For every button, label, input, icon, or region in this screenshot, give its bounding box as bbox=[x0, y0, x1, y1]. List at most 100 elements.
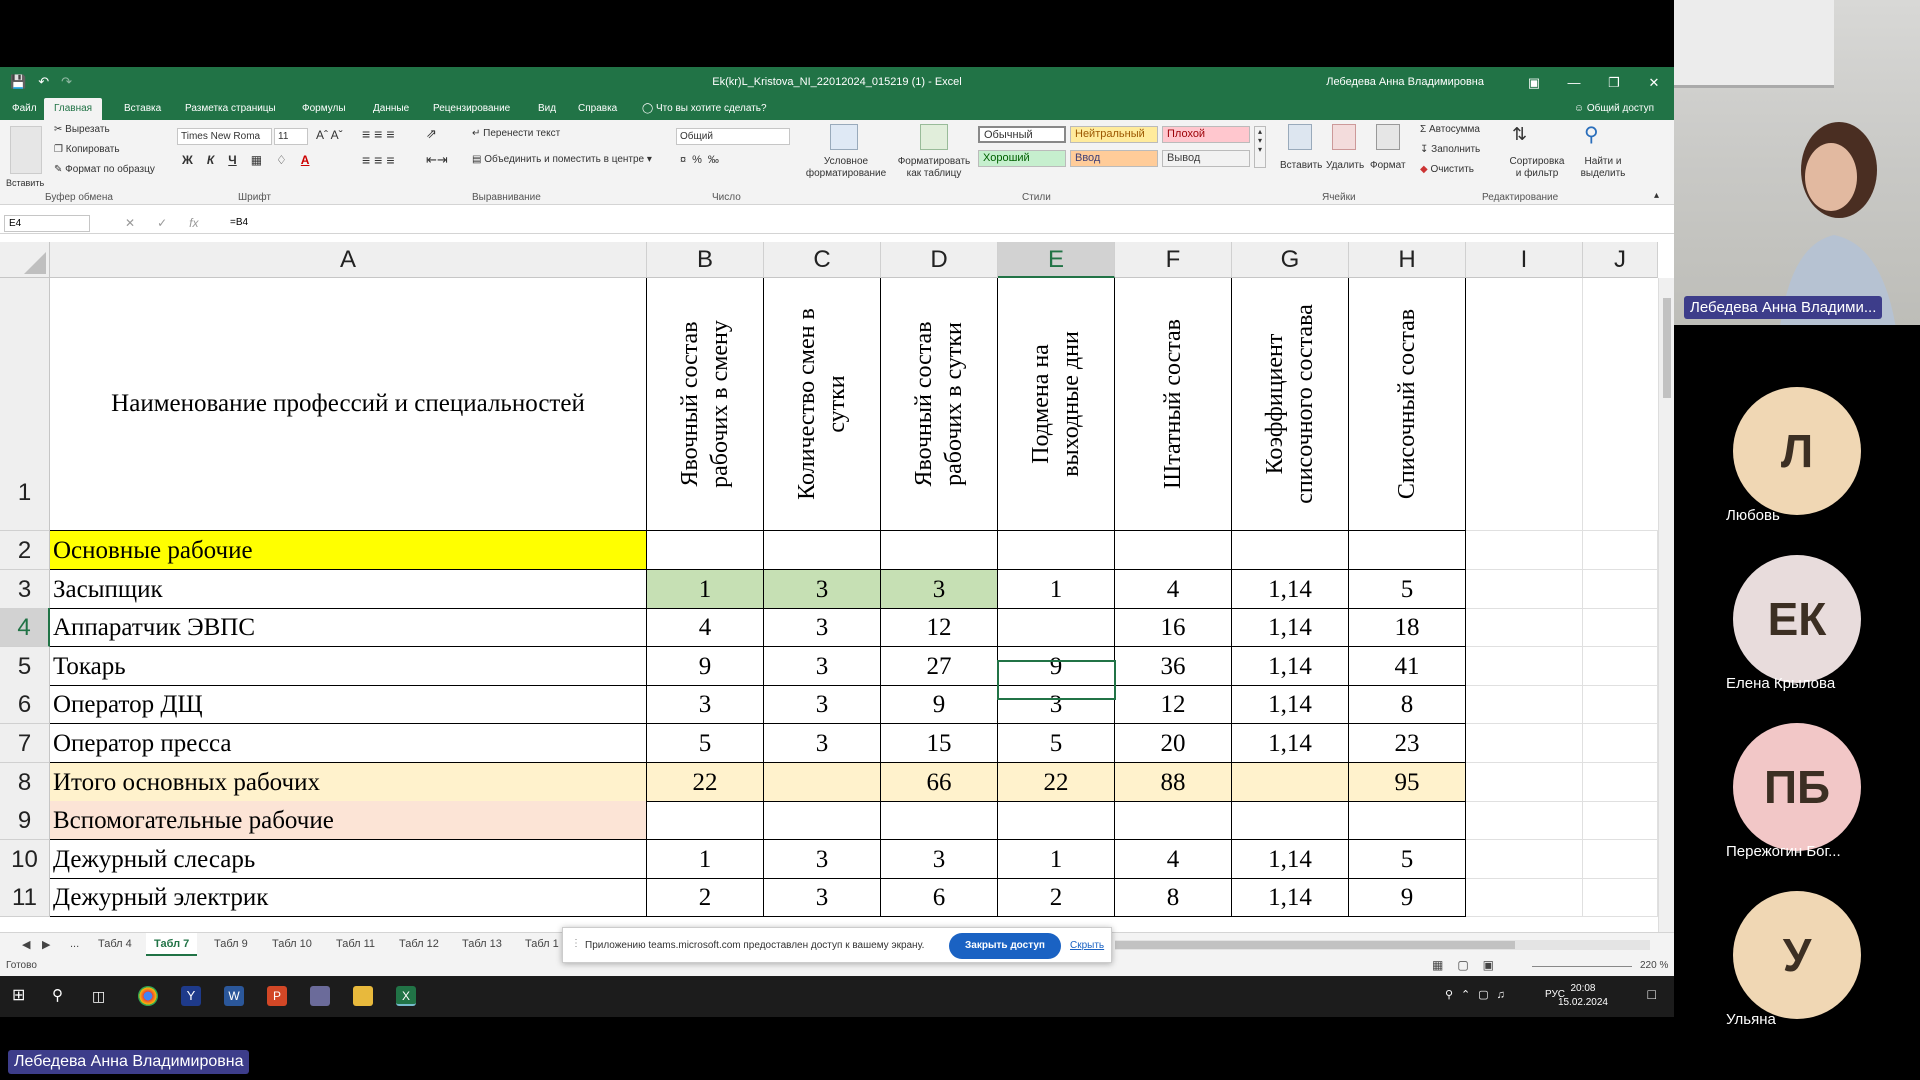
notifications-icon[interactable]: □ bbox=[1648, 986, 1656, 1002]
tab-insert[interactable]: Вставка bbox=[124, 103, 161, 114]
col-header-g[interactable]: G bbox=[1232, 242, 1349, 278]
cell-f10[interactable]: 4 bbox=[1115, 840, 1232, 879]
cell-d1[interactable]: Явочный состав рабочих в сутки bbox=[881, 278, 998, 531]
cell-h4[interactable]: 18 bbox=[1349, 608, 1466, 647]
format-cells-icon[interactable] bbox=[1376, 124, 1400, 150]
select-all-corner[interactable] bbox=[0, 242, 50, 278]
cell-b5[interactable]: 9 bbox=[647, 647, 764, 686]
cell-f3[interactable]: 4 bbox=[1115, 570, 1232, 609]
col-header-i[interactable]: I bbox=[1466, 242, 1583, 278]
tab-file[interactable]: Файл bbox=[12, 103, 37, 114]
cell-a3[interactable]: Засыпщик bbox=[50, 570, 647, 609]
style-normal[interactable]: Обычный bbox=[978, 126, 1066, 143]
cell-c6[interactable]: 3 bbox=[764, 685, 881, 724]
tab-view[interactable]: Вид bbox=[538, 103, 556, 114]
row-header-1[interactable]: 1 bbox=[0, 278, 50, 531]
cell-g11[interactable]: 1,14 bbox=[1232, 878, 1349, 917]
cell-g6[interactable]: 1,14 bbox=[1232, 685, 1349, 724]
presenter-video[interactable]: Лебедева Анна Владими... bbox=[1674, 0, 1920, 325]
file-explorer-icon[interactable] bbox=[353, 986, 373, 1006]
cell-h3[interactable]: 5 bbox=[1349, 570, 1466, 609]
paste-icon[interactable] bbox=[10, 126, 42, 174]
cell-d10[interactable]: 3 bbox=[881, 840, 998, 879]
participant-avatar-4[interactable]: У bbox=[1733, 891, 1861, 1019]
cell-c4[interactable]: 3 bbox=[764, 608, 881, 647]
cell-i11[interactable] bbox=[1466, 878, 1583, 917]
cell-b4[interactable]: 4 bbox=[647, 608, 764, 647]
col-header-j[interactable]: J bbox=[1583, 242, 1658, 278]
cell-b9[interactable] bbox=[647, 801, 764, 840]
cell-b1[interactable]: Явочный состав рабочих в смену bbox=[647, 278, 764, 531]
delete-cells-icon[interactable] bbox=[1332, 124, 1356, 150]
tab-page-layout[interactable]: Разметка страницы bbox=[185, 103, 276, 114]
cell-f1[interactable]: Штатный состав bbox=[1115, 278, 1232, 531]
tab-data[interactable]: Данные bbox=[373, 103, 409, 114]
row-header-8[interactable]: 8 bbox=[0, 763, 50, 802]
vertical-align-icons[interactable]: ≡≡≡ bbox=[362, 126, 399, 142]
cell-e3[interactable]: 1 bbox=[998, 570, 1115, 609]
cell-d3[interactable]: 3 bbox=[881, 570, 998, 609]
cell-g8[interactable] bbox=[1232, 763, 1349, 802]
fx-icon[interactable]: fx bbox=[189, 216, 198, 230]
format-painter-button[interactable]: ✎ Формат по образцу bbox=[54, 164, 155, 175]
font-color-icon[interactable]: A bbox=[301, 153, 310, 167]
cell-a7[interactable]: Оператор пресса bbox=[50, 724, 647, 763]
cell-i2[interactable] bbox=[1466, 531, 1583, 570]
participant-avatar-1[interactable]: Л bbox=[1733, 387, 1861, 515]
collapse-ribbon-icon[interactable]: ▴ bbox=[1654, 190, 1659, 201]
cell-c9[interactable] bbox=[764, 801, 881, 840]
cell-b2[interactable] bbox=[647, 531, 764, 570]
row-header-10[interactable]: 10 bbox=[0, 840, 50, 879]
sheet-tab-more[interactable]: ... bbox=[70, 938, 79, 950]
powerpoint-icon[interactable]: P bbox=[267, 986, 287, 1006]
orientation-icon[interactable]: ⇗ bbox=[426, 126, 437, 142]
style-neutral[interactable]: Нейтральный bbox=[1070, 126, 1158, 143]
row-header-2[interactable]: 2 bbox=[0, 531, 50, 570]
word-icon[interactable]: W bbox=[224, 986, 244, 1006]
search-icon[interactable]: ⚲ bbox=[52, 986, 72, 1006]
cell-c7[interactable]: 3 bbox=[764, 724, 881, 763]
participant-avatar-2[interactable]: ЕК bbox=[1733, 555, 1861, 683]
cell-j8[interactable] bbox=[1583, 763, 1658, 802]
style-output[interactable]: Вывод bbox=[1162, 150, 1250, 167]
clear-button[interactable]: ◆ Очистить bbox=[1420, 164, 1474, 175]
cell-g3[interactable]: 1,14 bbox=[1232, 570, 1349, 609]
insert-cells-button[interactable]: Вставить bbox=[1280, 160, 1322, 171]
horizontal-align-icons[interactable]: ≡≡≡ bbox=[362, 152, 399, 168]
zoom-slider[interactable] bbox=[1532, 966, 1632, 967]
cell-e4[interactable] bbox=[998, 608, 1115, 647]
row-header-9[interactable]: 9 bbox=[0, 801, 50, 840]
tell-me-search[interactable]: ◯ Что вы хотите сделать? bbox=[642, 103, 767, 114]
cell-h2[interactable] bbox=[1349, 531, 1466, 570]
cell-i9[interactable] bbox=[1466, 801, 1583, 840]
cell-g1[interactable]: Коэффициент списочного состава bbox=[1232, 278, 1349, 531]
cell-a1[interactable]: Наименование профессий и специальностей bbox=[50, 278, 647, 531]
cell-a9[interactable]: Вспомогательные рабочие bbox=[50, 801, 647, 840]
format-table-button[interactable]: Форматировать как таблицу bbox=[892, 156, 976, 180]
cell-e9[interactable] bbox=[998, 801, 1115, 840]
cell-c5[interactable]: 3 bbox=[764, 647, 881, 686]
cell-h6[interactable]: 8 bbox=[1349, 685, 1466, 724]
cell-a8[interactable]: Итого основных рабочих bbox=[50, 763, 647, 802]
cell-i6[interactable] bbox=[1466, 685, 1583, 724]
cell-a2[interactable]: Основные рабочие bbox=[50, 531, 647, 570]
cut-button[interactable]: ✂ Вырезать bbox=[54, 124, 110, 135]
sheet-tab-1x[interactable]: Табл 1 bbox=[525, 938, 559, 950]
cell-g7[interactable]: 1,14 bbox=[1232, 724, 1349, 763]
border-icon[interactable]: ▦ bbox=[251, 153, 262, 167]
delete-cells-button[interactable]: Удалить bbox=[1326, 160, 1364, 171]
sheet-tab-12[interactable]: Табл 12 bbox=[399, 938, 439, 950]
col-header-a[interactable]: A bbox=[50, 242, 647, 278]
font-name-select[interactable]: Times New Roma bbox=[177, 128, 272, 145]
copy-button[interactable]: ❐ Копировать bbox=[54, 144, 120, 155]
cell-f8[interactable]: 88 bbox=[1115, 763, 1232, 802]
cell-a5[interactable]: Токарь bbox=[50, 647, 647, 686]
cell-h8[interactable]: 95 bbox=[1349, 763, 1466, 802]
sheet-tab-13[interactable]: Табл 13 bbox=[462, 938, 502, 950]
sheet-tab-9[interactable]: Табл 9 bbox=[214, 938, 248, 950]
account-name[interactable]: Лебедева Анна Владимировна bbox=[1326, 76, 1484, 88]
cell-j5[interactable] bbox=[1583, 647, 1658, 686]
row-header-7[interactable]: 7 bbox=[0, 724, 50, 763]
col-header-e[interactable]: E bbox=[998, 242, 1115, 278]
clock[interactable]: 20:08 15.02.2024 bbox=[1558, 982, 1608, 1010]
